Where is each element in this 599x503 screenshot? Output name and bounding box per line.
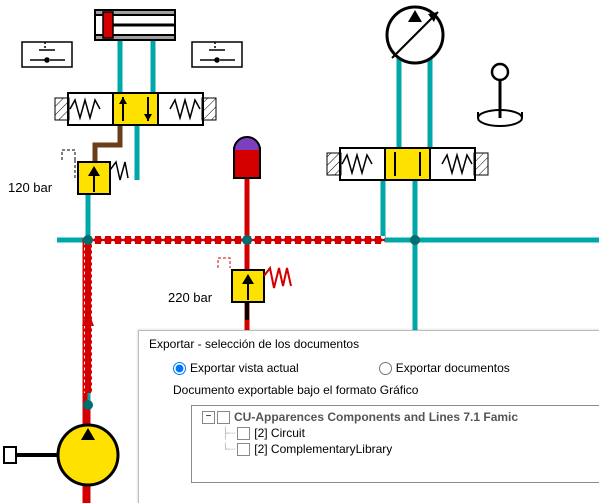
tree-root-label: CU-Apparences Components and Lines 7.1 F… <box>232 410 518 424</box>
dialog-title: Exportar - selección de los documentos <box>139 331 599 359</box>
pump-icon <box>4 425 118 485</box>
radio-current-view[interactable]: Exportar vista actual <box>173 361 299 375</box>
variable-pump-icon <box>387 7 443 63</box>
pressure1-text: 120 bar <box>8 180 52 195</box>
relief-valve-center-icon <box>218 258 291 302</box>
contact-right-icon <box>192 42 242 67</box>
tree-connector-end-icon: └┈ <box>222 443 235 456</box>
tree-item1-label: [2] Circuit <box>252 426 305 440</box>
dialog-subtitle: Documento exportable bajo el formato Grá… <box>139 381 599 401</box>
accumulator-icon <box>234 137 260 178</box>
radio-documents-label: Exportar documentos <box>396 361 510 375</box>
joystick-icon <box>478 64 522 126</box>
export-dialog: Exportar - selección de los documentos E… <box>138 330 599 503</box>
tree-item2-row[interactable]: └┈ [2] ComplementaryLibrary <box>222 442 599 456</box>
tree-root-checkbox[interactable] <box>217 411 230 424</box>
directional-valve-left-icon <box>55 93 216 125</box>
pressure2-text: 220 bar <box>168 290 212 305</box>
tree-item1-checkbox[interactable] <box>237 427 250 440</box>
radio-documents[interactable]: Exportar documentos <box>379 361 510 375</box>
cylinder-icon <box>95 10 175 40</box>
radio-current-view-label: Exportar vista actual <box>190 361 299 375</box>
tree-item2-checkbox[interactable] <box>237 443 250 456</box>
tree-item2-label: [2] ComplementaryLibrary <box>252 442 392 456</box>
tree-root-row[interactable]: − CU-Apparences Components and Lines 7.1… <box>202 410 599 424</box>
document-tree[interactable]: − CU-Apparences Components and Lines 7.1… <box>191 405 599 483</box>
contact-left-icon <box>22 42 72 67</box>
tree-connector-icon: ├┈ <box>222 427 235 440</box>
tree-collapse-icon[interactable]: − <box>202 411 215 424</box>
tree-item1-row[interactable]: ├┈ [2] Circuit <box>222 426 599 440</box>
radio-documents-input[interactable] <box>379 362 392 375</box>
radio-current-view-input[interactable] <box>173 362 186 375</box>
export-mode-radios: Exportar vista actual Exportar documento… <box>139 359 599 381</box>
app-canvas: 120 bar 220 bar Exportar - selección de … <box>0 0 599 503</box>
directional-valve-right-icon <box>327 148 488 180</box>
